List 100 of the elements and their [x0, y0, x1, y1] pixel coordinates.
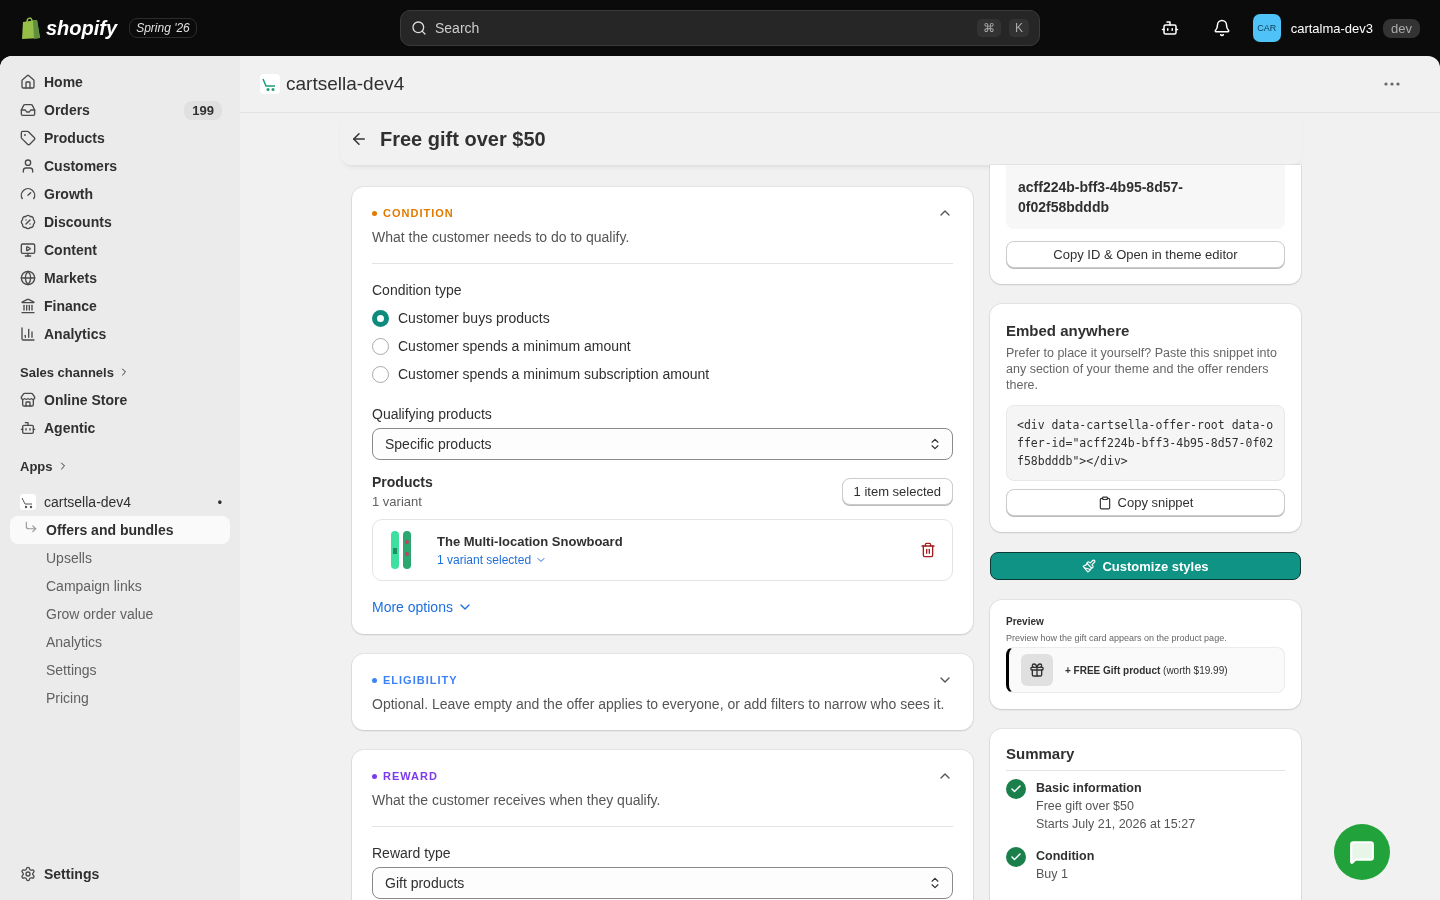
radio-label: Customer buys products	[398, 310, 550, 326]
step-detail: Starts July 21, 2026 at 15:27	[1036, 816, 1196, 833]
radio-label: Customer spends a minimum subscription amount	[398, 366, 710, 382]
more-options-link[interactable]: More options	[372, 599, 473, 615]
chat-button[interactable]	[1334, 824, 1390, 880]
section-label: CONDITION	[383, 207, 454, 219]
clipboard-icon	[1097, 495, 1112, 510]
card-title: Summary	[1006, 745, 1285, 771]
radio-option[interactable]: Customer spends a minimum subscription amount	[372, 360, 953, 388]
section-description: What the customer needs to do to qualify.	[372, 229, 631, 245]
copy-snippet-button[interactable]: Copy snippet	[1006, 489, 1285, 516]
count-badge: 199	[184, 100, 222, 120]
notification-icon	[1212, 19, 1231, 37]
qualifying-select[interactable]: Specific products	[372, 428, 953, 460]
search-icon	[411, 20, 427, 36]
section-heading[interactable]: Apps	[10, 452, 230, 480]
reward-select[interactable]: Gift products	[372, 867, 953, 899]
gift-icon	[1021, 654, 1053, 686]
nav-item[interactable]: Finance	[10, 292, 230, 320]
nav-icon	[20, 392, 36, 408]
robot-icon	[1160, 19, 1179, 37]
shortcut-key: ⌘	[977, 19, 1001, 37]
nav-icon	[20, 74, 36, 90]
variant-link[interactable]: 1 variant selected	[437, 552, 623, 567]
app-logo-icon	[260, 74, 280, 94]
nav-item[interactable]: Growth	[10, 180, 230, 208]
nav-icon	[20, 186, 36, 202]
nav-icon	[20, 326, 36, 342]
nav-icon	[20, 158, 36, 174]
step-title: Condition	[1036, 848, 1095, 865]
trash-icon	[920, 542, 936, 558]
step-detail: Buy 1	[1036, 866, 1069, 883]
brush-icon	[1082, 559, 1097, 573]
section-label: ELIGIBILITY	[383, 674, 458, 686]
radio-button[interactable]	[372, 309, 389, 327]
subnav-item[interactable]: Campaign links	[10, 572, 230, 600]
offer-id: acff224b-bff3-4b95-8d57-0f02f58bdddb	[1006, 165, 1285, 229]
nav-item[interactable]: Online Store	[10, 386, 230, 414]
nav-icon	[20, 102, 36, 118]
step-detail: Free gift over $50	[1036, 798, 1135, 815]
edition-badge: Spring '26	[129, 18, 197, 38]
subnav-item[interactable]: Analytics	[10, 628, 230, 656]
card-description: Preview how the gift card appears on the product page.	[1006, 633, 1228, 643]
radio-option[interactable]: Customer spends a minimum amount	[372, 332, 953, 360]
customize-styles-button[interactable]: Customize styles	[990, 552, 1301, 580]
nav-item[interactable]: Agentic	[10, 414, 230, 442]
card-title: Preview	[1006, 616, 1045, 627]
search-field[interactable]: Search ⌘ K	[400, 10, 1040, 46]
nav-item[interactable]: Discounts	[10, 208, 230, 236]
products-heading: Products	[372, 474, 433, 490]
app-name: cartsella-dev4	[44, 494, 132, 510]
nav-item[interactable]: Orders 199	[10, 96, 230, 124]
nav-icon	[20, 130, 36, 146]
nav-icon	[20, 242, 36, 258]
shopping-bag-icon	[20, 16, 42, 40]
radio-label: Customer spends a minimum amount	[398, 338, 631, 354]
section-description: What the customer receives when they qualify.	[372, 792, 662, 808]
card-title: Embed anywhere	[1006, 322, 1131, 339]
subnav-item[interactable]: Grow order value	[10, 600, 230, 628]
nav-item[interactable]: Products	[10, 124, 230, 152]
nav-item[interactable]: cartsella-dev4 •	[10, 488, 230, 516]
subnav-item[interactable]: Upsells	[10, 544, 230, 572]
subnav-item[interactable]: Offers and bundles	[10, 516, 230, 544]
chat-icon	[1349, 839, 1375, 865]
card-description: Prefer to place it yourself? Paste this snippet into any section of your theme and the offer renders there.	[1006, 345, 1278, 393]
nav-icon	[20, 270, 36, 286]
status-indicator: •	[217, 495, 222, 509]
nav-icon	[20, 298, 36, 314]
subnav-item[interactable]: Pricing	[10, 684, 230, 712]
app-title: cartsella-dev4	[286, 73, 405, 95]
page-title: Free gift over $50	[380, 127, 546, 151]
subnav-item[interactable]: Settings	[10, 656, 230, 684]
nav-item[interactable]: Home	[10, 68, 230, 96]
radio-option[interactable]: Customer buys products	[372, 304, 953, 332]
branch-icon	[24, 520, 38, 534]
nav-item[interactable]: Content	[10, 236, 230, 264]
app-logo-icon	[20, 494, 36, 510]
product-name: The Multi-location Snowboard	[437, 533, 623, 549]
selected-items-button[interactable]: 1 item selected	[841, 478, 953, 505]
field-label: Reward type	[372, 845, 452, 861]
section-heading[interactable]: Sales channels	[10, 358, 230, 386]
section-label: REWARD	[383, 770, 438, 782]
code-snippet: <div data-cartsella-offer-root data-offer-id="acff224b-bff3-4b95-8d57-0f02f58bdddb"></div>	[1006, 405, 1285, 481]
nav-item[interactable]: Customers	[10, 152, 230, 180]
step-title: Basic information	[1036, 780, 1143, 797]
dev-badge: dev	[1383, 18, 1420, 38]
store-name[interactable]: cartalma-dev3	[1290, 20, 1374, 36]
nav-item[interactable]: Markets	[10, 264, 230, 292]
section-description: Optional. Leave empty and the offer applies to everyone, or add filters to narrow who sees it.	[372, 696, 946, 712]
nav-item[interactable]: Analytics	[10, 320, 230, 348]
variant-count: 1 variant	[372, 494, 423, 509]
settings-icon	[20, 866, 36, 882]
gift-text: + FREE Gift product (worth $19.99)	[1065, 664, 1228, 676]
field-label: Qualifying products	[372, 406, 493, 422]
nav-icon	[20, 214, 36, 230]
logo-text: shopify	[46, 16, 118, 40]
nav-item[interactable]: Settings	[10, 860, 230, 888]
more-icon[interactable]	[1384, 82, 1400, 86]
open-theme-editor-button[interactable]: Copy ID & Open in theme editor	[1006, 241, 1285, 268]
store-avatar[interactable]: CAR	[1252, 14, 1281, 42]
